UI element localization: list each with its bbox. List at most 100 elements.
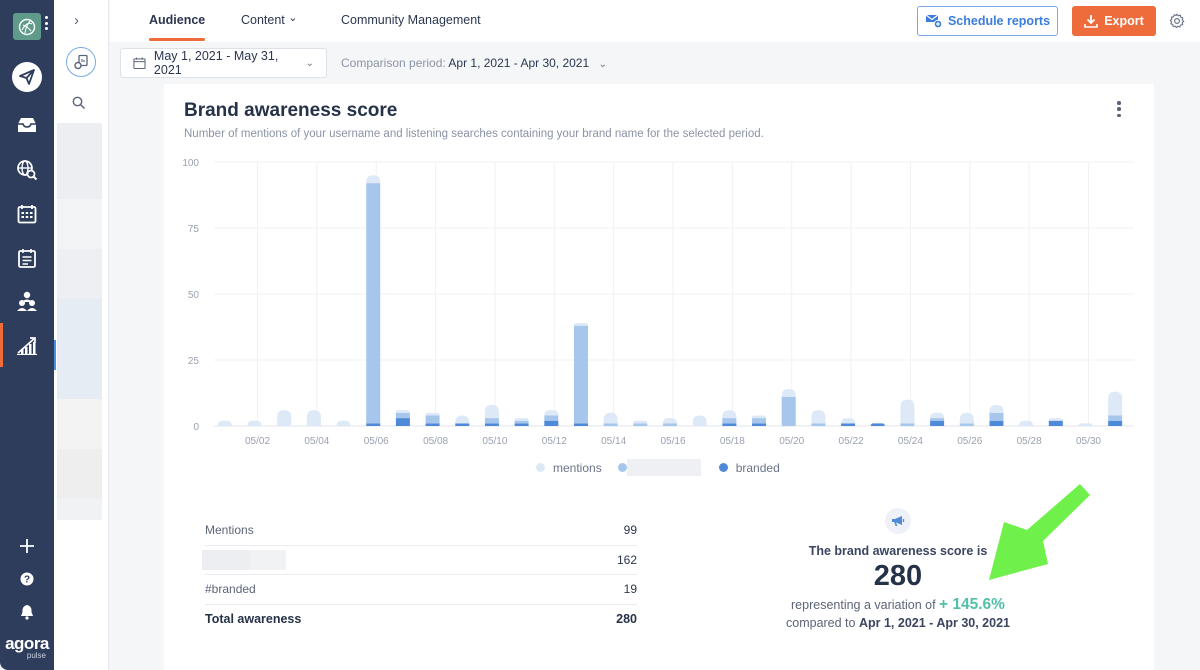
expand-chevron-icon[interactable]: › [74, 12, 79, 29]
paper-plane-icon [19, 69, 35, 85]
bar-segment-mentions [514, 418, 529, 421]
bar-segment-branded [514, 423, 529, 426]
schedule-reports-label: Schedule reports [947, 14, 1051, 28]
profile-list [57, 123, 102, 520]
tab-content[interactable]: Content ⌄ [241, 12, 298, 27]
bar-segment-branded [484, 423, 499, 426]
row-value: 19 [623, 582, 637, 597]
legend-item-branded[interactable]: branded [718, 461, 780, 475]
variation-prefix: representing a variation of [791, 598, 936, 612]
profile-search-button[interactable] [72, 96, 86, 115]
bar-segment-redacted [722, 418, 737, 424]
bar-segment-mentions [277, 410, 292, 426]
users-icon [17, 291, 37, 311]
bar-segment-mentions [1108, 391, 1123, 416]
x-tick-label: 05/20 [779, 436, 804, 447]
profile-item-redacted[interactable] [57, 399, 102, 449]
legend-item-mentions[interactable]: mentions [536, 461, 602, 475]
nav-publish[interactable] [0, 59, 54, 95]
comparison-period-picker[interactable]: Comparison period: Apr 1, 2021 - Apr 30,… [341, 56, 607, 70]
reports-chart-icon [17, 337, 37, 355]
chevron-down-icon: ⌄ [598, 59, 607, 70]
nav-listening[interactable] [0, 152, 54, 188]
leaf-logo-icon [18, 18, 36, 35]
x-tick-label: 05/30 [1076, 436, 1101, 447]
bar-segment-mentions [1078, 423, 1093, 426]
bar-segment-mentions [395, 410, 410, 413]
x-tick-label: 05/12 [542, 436, 567, 447]
workspace-menu-icon[interactable] [45, 16, 48, 30]
profile-report-icon [74, 54, 88, 70]
bar-segment-branded [1108, 420, 1123, 426]
bar-segment-mentions [692, 415, 707, 426]
x-tick-label: 05/02 [245, 436, 270, 447]
profile-item-redacted[interactable] [57, 123, 102, 199]
date-range-value: May 1, 2021 - May 31, 2021 [153, 49, 279, 77]
nav-reports[interactable] [0, 323, 54, 367]
profile-selector-button[interactable] [66, 47, 96, 77]
bar-segment-redacted [1108, 415, 1123, 421]
tab-community-management[interactable]: Community Management [341, 13, 481, 27]
nav-inbox[interactable] [0, 107, 54, 143]
bar-segment-redacted [395, 412, 410, 419]
bar-segment-redacted [425, 415, 440, 424]
nav-add[interactable] [0, 528, 54, 564]
gear-icon [1169, 13, 1185, 29]
profile-item-redacted[interactable] [57, 249, 102, 299]
nav-notifications[interactable] [0, 594, 54, 630]
legend-swatch [617, 463, 627, 472]
profile-item-redacted[interactable] [57, 449, 102, 499]
bar-segment-mentions [603, 412, 618, 424]
bar-segment-mentions [336, 420, 351, 426]
nav-calendar[interactable] [0, 196, 54, 232]
bar-segment-branded [752, 423, 767, 426]
settings-button[interactable] [1169, 13, 1185, 34]
bar-segment-mentions [573, 323, 588, 326]
profile-subnav: › [54, 0, 109, 670]
profile-item-redacted[interactable] [57, 199, 102, 249]
bar-segment-redacted [484, 418, 499, 424]
schedule-reports-button[interactable]: Schedule reports [917, 6, 1058, 36]
variation-line: representing a variation of + 145.6% [744, 596, 1052, 614]
bar-segment-mentions [781, 389, 796, 397]
redacted-label [626, 459, 701, 476]
nav-users[interactable] [0, 283, 54, 319]
tab-audience[interactable]: Audience [149, 13, 206, 41]
date-range-picker[interactable]: May 1, 2021 - May 31, 2021 ⌄ [120, 48, 327, 78]
chevron-down-icon: ⌄ [305, 57, 314, 69]
awareness-summary: The brand awareness score is 280 represe… [744, 508, 1052, 630]
bar-segment-mentions [841, 418, 856, 424]
search-icon [72, 96, 86, 110]
bar-segment-branded [455, 423, 470, 426]
profile-item-redacted[interactable] [57, 499, 102, 520]
nav-help[interactable]: ? [0, 561, 54, 597]
redacted-label [202, 549, 286, 570]
bar-segment-branded [366, 423, 381, 426]
bar-segment-mentions [663, 418, 677, 424]
x-tick-label: 05/22 [839, 436, 864, 447]
table-row-redacted: 162 [202, 546, 637, 575]
row-label: Mentions [205, 523, 254, 538]
bar-segment-redacted [781, 396, 796, 426]
variation-percent: + 145.6% [939, 596, 1005, 613]
bar-segment-mentions [484, 404, 499, 419]
tab-label: Community Management [341, 13, 481, 27]
bar-segment-mentions [900, 399, 915, 424]
app: ? agora pulse › Audience Content ⌄ Commu… [0, 0, 1200, 670]
bar-segment-redacted [989, 412, 1004, 421]
legend-item-redacted[interactable] [617, 459, 701, 476]
x-tick-label: 05/06 [364, 436, 389, 447]
x-tick-label: 05/24 [898, 436, 923, 447]
bar-segment-redacted [366, 183, 381, 424]
bar-segment-redacted [811, 423, 826, 426]
export-button[interactable]: Export [1072, 6, 1156, 36]
bar-segment-mentions [1048, 418, 1063, 421]
chevron-down-icon: ⌄ [288, 12, 298, 24]
bar-segment-redacted [603, 423, 618, 426]
bar-segment-branded [930, 420, 945, 426]
nav-content[interactable] [0, 240, 54, 276]
profile-item-redacted-selected[interactable] [57, 299, 102, 399]
workspace-logo[interactable] [13, 13, 41, 40]
export-label: Export [1104, 14, 1144, 28]
schedule-mail-icon [925, 14, 942, 28]
